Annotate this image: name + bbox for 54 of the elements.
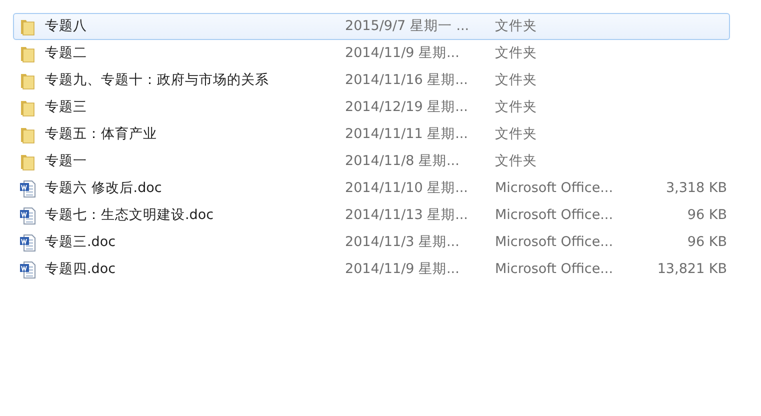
word-document-icon: [19, 260, 37, 278]
file-row[interactable]: 专题八 2015/9/7 星期一 ... 文件夹: [13, 13, 730, 40]
file-name: 专题五：体育产业: [45, 126, 157, 142]
file-type: Microsoft Office...: [495, 234, 614, 250]
file-row[interactable]: 专题七：生态文明建设.doc 2014/11/13 星期... Microsoft Office... 96 KB: [13, 202, 730, 229]
file-size: 96 KB: [687, 207, 727, 224]
file-size: 96 KB: [687, 234, 727, 250]
file-row[interactable]: 专题二 2014/11/9 星期... 文件夹: [13, 40, 730, 67]
file-row[interactable]: 专题四.doc 2014/11/9 星期... Microsoft Office... 13,821 KB: [13, 256, 730, 283]
folder-icon: [19, 18, 37, 36]
modified-date: 2014/11/9 星期...: [345, 261, 460, 278]
folder-icon: [19, 126, 37, 144]
file-name: 专题三: [45, 99, 87, 116]
modified-date: 2014/12/19 星期...: [345, 99, 468, 116]
file-size: 13,821 KB: [657, 261, 727, 278]
file-name: 专题七：生态文明建设.doc: [45, 207, 214, 224]
file-row[interactable]: 专题五：体育产业 2014/11/11 星期... 文件夹: [13, 121, 730, 148]
file-type: Microsoft Office...: [495, 207, 614, 224]
modified-date: 2014/11/13 星期...: [345, 207, 468, 224]
file-row[interactable]: 专题三.doc 2014/11/3 星期... Microsoft Office... 96 KB: [13, 229, 730, 256]
file-type: 文件夹: [495, 18, 537, 34]
file-type: 文件夹: [495, 99, 537, 116]
file-name: 专题二: [45, 45, 87, 62]
modified-date: 2014/11/10 星期...: [345, 180, 468, 196]
file-type: 文件夹: [495, 72, 537, 88]
file-name: 专题八: [45, 18, 87, 34]
file-name: 专题一: [45, 153, 87, 170]
file-type: 文件夹: [495, 153, 537, 170]
folder-icon: [19, 152, 37, 170]
file-row[interactable]: 专题九、专题十：政府与市场的关系 2014/11/16 星期... 文件夹: [13, 67, 730, 94]
folder-icon: [19, 72, 37, 90]
file-type: 文件夹: [495, 126, 537, 142]
file-row[interactable]: 专题六 修改后.doc 2014/11/10 星期... Microsoft Office... 3,318 KB: [13, 175, 730, 202]
word-document-icon: [19, 206, 37, 224]
modified-date: 2014/11/3 星期...: [345, 234, 460, 250]
modified-date: 2014/11/16 星期...: [345, 72, 468, 88]
file-size: 3,318 KB: [666, 180, 727, 196]
modified-date: 2015/9/7 星期一 ...: [345, 18, 470, 34]
folder-icon: [19, 98, 37, 116]
file-name: 专题三.doc: [45, 234, 116, 250]
word-document-icon: [19, 234, 37, 252]
file-type: Microsoft Office...: [495, 180, 614, 196]
modified-date: 2014/11/11 星期...: [345, 126, 468, 142]
file-type: Microsoft Office...: [495, 261, 614, 278]
file-row[interactable]: 专题三 2014/12/19 星期... 文件夹: [13, 94, 730, 121]
file-name: 专题六 修改后.doc: [45, 180, 162, 196]
word-document-icon: [19, 180, 37, 198]
file-row[interactable]: 专题一 2014/11/8 星期... 文件夹: [13, 148, 730, 175]
file-name: 专题四.doc: [45, 261, 116, 278]
modified-date: 2014/11/9 星期...: [345, 45, 460, 62]
folder-icon: [19, 44, 37, 62]
modified-date: 2014/11/8 星期...: [345, 153, 460, 170]
file-type: 文件夹: [495, 45, 537, 62]
file-name: 专题九、专题十：政府与市场的关系: [45, 72, 269, 88]
